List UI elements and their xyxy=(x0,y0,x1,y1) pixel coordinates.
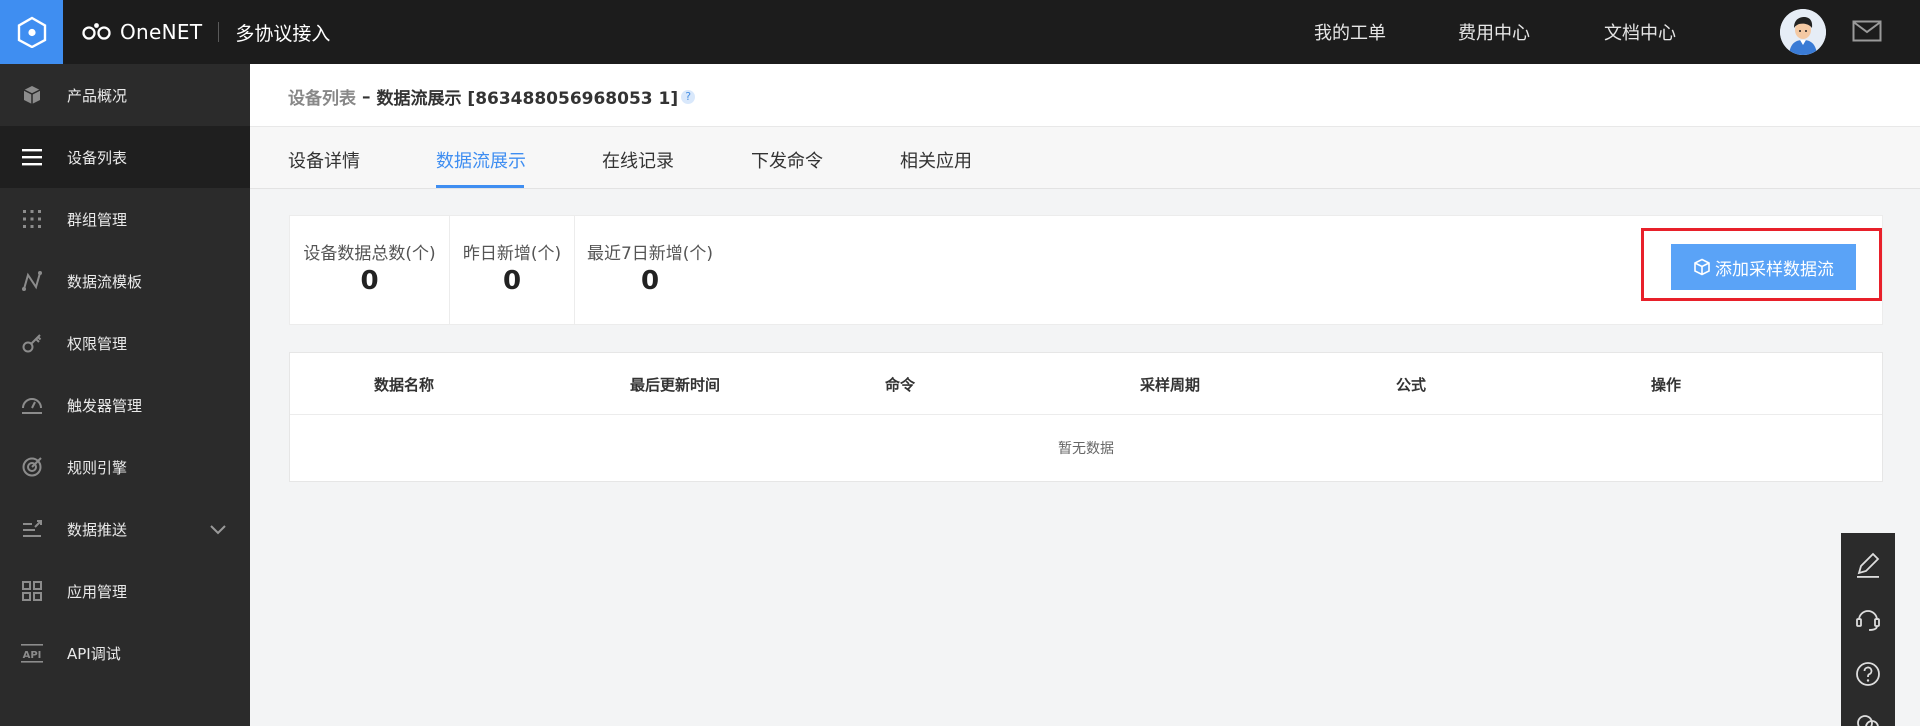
column-header-data-name: 数据名称 xyxy=(374,376,435,394)
sidebar: 产品概况 设备列表 群组管理 数据流模板 权限管理 触发器管理 规则引擎 数据推… xyxy=(0,64,250,726)
tab-datastream-display[interactable]: 数据流展示 xyxy=(436,147,526,173)
brand-divider xyxy=(218,22,220,42)
stat-label: 最近7日新增(个) xyxy=(586,244,714,264)
key-icon xyxy=(20,331,44,355)
cube-outline-icon xyxy=(1694,258,1710,276)
breadcrumb-bar: 设备列表 – 数据流展示 [863488056968053 1] ? xyxy=(250,64,1920,127)
stat-value: 0 xyxy=(360,266,379,296)
sidebar-item-data-push[interactable]: 数据推送 xyxy=(0,498,250,560)
onenet-logo-icon xyxy=(82,22,116,42)
home-logo-button[interactable] xyxy=(0,0,63,64)
column-header-sampling-period: 采样周期 xyxy=(1140,376,1201,394)
tab-online-records[interactable]: 在线记录 xyxy=(602,147,674,173)
sidebar-item-group-management[interactable]: 群组管理 xyxy=(0,188,250,250)
table-header: 数据名称 最后更新时间 命令 采样周期 公式 操作 xyxy=(290,353,1882,415)
stat-value: 0 xyxy=(502,266,522,296)
grid-dots-icon xyxy=(20,207,44,231)
docs-center-link[interactable]: 文档中心 xyxy=(1604,19,1676,45)
help-icon[interactable]: ? xyxy=(681,89,696,104)
breadcrumb: 设备列表 – 数据流展示 [863488056968053 1] ? xyxy=(288,84,696,109)
mail-icon[interactable] xyxy=(1852,20,1882,46)
sidebar-item-label: 数据推送 xyxy=(67,520,128,539)
sidebar-item-label: 设备列表 xyxy=(67,148,128,167)
list-icon xyxy=(20,145,44,169)
hexagon-logo-icon xyxy=(17,16,46,48)
sidebar-item-datastream-template[interactable]: 数据流模板 xyxy=(0,250,250,312)
breadcrumb-device-list-link[interactable]: 设备列表 xyxy=(288,84,356,109)
sidebar-item-app-management[interactable]: 应用管理 xyxy=(0,560,250,622)
sidebar-item-device-list[interactable]: 设备列表 xyxy=(0,126,250,188)
column-header-last-updated: 最后更新时间 xyxy=(630,376,721,394)
stat-label: 设备数据总数(个) xyxy=(303,244,436,264)
floating-toolbar xyxy=(1841,533,1895,726)
add-sampling-datastream-label: 添加采样数据流 xyxy=(1715,259,1834,280)
push-icon xyxy=(20,517,44,541)
tab-related-apps[interactable]: 相关应用 xyxy=(900,147,972,173)
billing-center-link[interactable]: 费用中心 xyxy=(1458,19,1530,45)
sidebar-item-product-overview[interactable]: 产品概况 xyxy=(0,64,250,126)
stat-total-datapoints: 设备数据总数(个) 0 xyxy=(290,216,450,324)
flow-icon xyxy=(20,269,44,293)
datastream-table: 数据名称 最后更新时间 命令 采样周期 公式 操作 暂无数据 xyxy=(289,352,1883,482)
stat-yesterday-new: 昨日新增(个) 0 xyxy=(450,216,575,324)
trigger-icon xyxy=(20,393,44,417)
brand: OneNET 多协议接入 xyxy=(82,18,330,46)
user-avatar[interactable] xyxy=(1780,9,1826,55)
sidebar-item-label: 触发器管理 xyxy=(67,396,143,415)
edit-feedback-icon[interactable] xyxy=(1854,551,1882,579)
help-question-icon[interactable] xyxy=(1854,660,1882,688)
sidebar-item-label: 应用管理 xyxy=(67,582,128,601)
sidebar-item-label: 产品概况 xyxy=(67,86,128,105)
brand-name: OneNET xyxy=(120,20,203,44)
column-header-actions: 操作 xyxy=(1651,376,1682,394)
stat-value: 0 xyxy=(640,266,660,296)
cube-icon xyxy=(20,83,44,107)
breadcrumb-separator: – xyxy=(362,86,371,107)
chevron-down-icon[interactable] xyxy=(210,520,226,539)
column-header-command: 命令 xyxy=(885,376,916,394)
product-name: 多协议接入 xyxy=(235,22,331,45)
api-icon: API xyxy=(20,641,44,665)
sidebar-item-label: API调试 xyxy=(67,644,121,663)
sidebar-item-trigger-management[interactable]: 触发器管理 xyxy=(0,374,250,436)
tab-bar: 设备详情 数据流展示 在线记录 下发命令 相关应用 xyxy=(250,127,1920,189)
table-empty-message: 暂无数据 xyxy=(1058,441,1114,457)
my-tickets-link[interactable]: 我的工单 xyxy=(1314,19,1386,45)
svg-text:API: API xyxy=(23,650,42,661)
breadcrumb-current: 数据流展示 [863488056968053 1] xyxy=(376,89,679,109)
top-bar: OneNET 多协议接入 我的工单 费用中心 文档中心 xyxy=(0,0,1920,64)
sidebar-item-label: 数据流模板 xyxy=(67,272,143,291)
stat-label: 昨日新增(个) xyxy=(462,244,562,264)
sidebar-item-api-debug[interactable]: API API调试 xyxy=(0,622,250,684)
target-icon xyxy=(20,455,44,479)
sidebar-item-label: 群组管理 xyxy=(67,210,128,229)
stat-last-7-days-new: 最近7日新增(个) 0 xyxy=(575,216,725,324)
sidebar-item-label: 权限管理 xyxy=(67,334,128,353)
tab-send-command[interactable]: 下发命令 xyxy=(751,147,823,173)
active-tab-indicator xyxy=(436,185,524,188)
column-header-formula: 公式 xyxy=(1396,376,1427,394)
add-sampling-datastream-button[interactable]: 添加采样数据流 xyxy=(1671,244,1856,290)
sidebar-item-permission-management[interactable]: 权限管理 xyxy=(0,312,250,374)
sidebar-item-rule-engine[interactable]: 规则引擎 xyxy=(0,436,250,498)
tab-device-details[interactable]: 设备详情 xyxy=(288,147,360,173)
sidebar-item-label: 规则引擎 xyxy=(67,458,128,477)
chat-icon[interactable] xyxy=(1854,711,1882,726)
apps-icon xyxy=(20,579,44,603)
customer-service-icon[interactable] xyxy=(1854,605,1882,633)
